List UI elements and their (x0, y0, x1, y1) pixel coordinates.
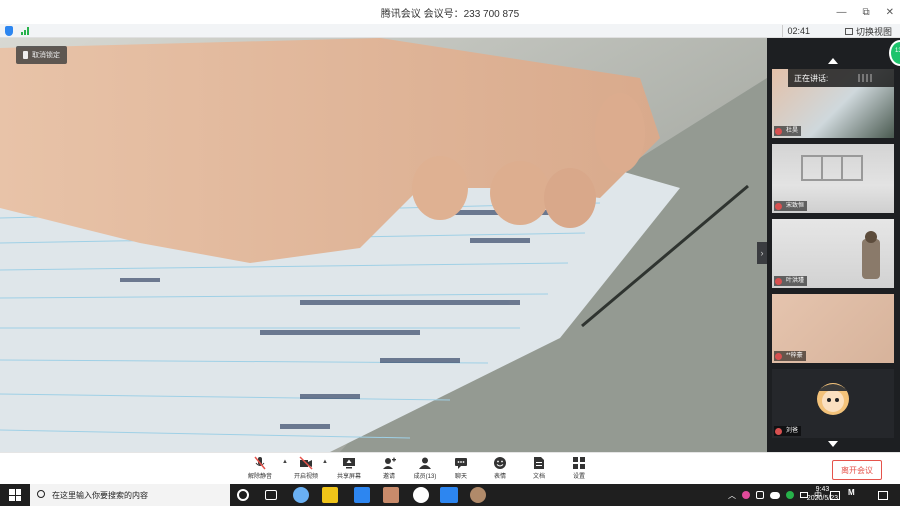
clock-date: 2020/5/23 (806, 495, 838, 502)
document-label: 文档 (532, 474, 545, 480)
invite-label: 邀请 (382, 474, 395, 480)
mic-muted-icon (775, 278, 782, 285)
meeting-toolbar: 解除静音 ▲ 开启视频 ▲ 共享屏幕 邀请 成员(13) 聊天 表情 文档 设置… (0, 452, 900, 484)
cloud-icon[interactable] (770, 491, 780, 499)
wifi-icon[interactable] (756, 491, 764, 499)
camera-off-icon (299, 456, 313, 470)
participant-tile[interactable]: 叶洪瑾 (772, 219, 894, 288)
security-shield-icon[interactable] (5, 26, 13, 36)
settings-icon (573, 457, 585, 469)
app-photo-icon[interactable] (383, 487, 399, 503)
file-explorer-icon[interactable] (322, 487, 338, 503)
app-blue-icon[interactable] (354, 487, 370, 503)
notification-badge-icon[interactable]: M (848, 488, 862, 502)
chrome-icon[interactable] (413, 487, 429, 503)
app-pinwheel-icon[interactable] (293, 487, 309, 503)
start-video-label: 开启视频 (293, 474, 318, 480)
emoji-label: 表情 (493, 474, 506, 480)
wechat-icon[interactable] (786, 491, 794, 499)
mic-muted-icon (775, 428, 782, 435)
task-view-icon[interactable] (265, 490, 277, 500)
chat-icon (455, 458, 467, 469)
taskbar-clock[interactable]: 9:43 2020/5/23 (807, 485, 838, 503)
speaking-label: 正在讲话: (794, 73, 829, 83)
meeting-timer: 02:41 (782, 25, 814, 37)
app-avatar-icon[interactable] (470, 487, 486, 503)
screen-share-icon (343, 458, 355, 469)
window-controls: — ⧉ ✕ (836, 0, 894, 24)
windows-start-icon[interactable] (9, 489, 21, 501)
document-button[interactable]: 文档 (521, 456, 557, 484)
gallery-scroll-down-icon[interactable] (828, 441, 838, 447)
gallery-scroll-up-icon[interactable] (828, 58, 838, 64)
windows-taskbar: 在这里输入你要搜索的内容 ︿ 中 M 9:43 2020/5/23 (0, 484, 900, 506)
unmute-label: 解除静音 (247, 474, 272, 480)
grid-view-icon (844, 28, 853, 35)
switch-view-label: 切换视图 (855, 27, 892, 37)
clock-time: 9:43 (815, 486, 830, 493)
action-center-icon[interactable] (878, 490, 888, 500)
pin-icon (23, 51, 28, 59)
leave-meeting-button[interactable]: 离开会议 (832, 460, 882, 480)
minimize-icon[interactable]: — (836, 7, 846, 18)
taskbar-search-box[interactable]: 在这里输入你要搜索的内容 (30, 484, 230, 506)
mic-muted-icon (775, 203, 782, 210)
unpin-label: 取消锁定 (32, 52, 60, 59)
invite-icon (383, 457, 396, 469)
share-screen-button[interactable]: 共享屏幕 (331, 456, 367, 484)
switch-view-button[interactable]: 切换视图 (844, 25, 892, 38)
emoji-button[interactable]: 表情 (482, 456, 518, 484)
tray-app-icon[interactable] (742, 491, 750, 499)
main-video-frame (0, 38, 767, 452)
chat-button[interactable]: 聊天 (443, 456, 479, 484)
collapse-gallery-handle[interactable]: › (757, 242, 767, 264)
meeting-info-bar: 02:41 切换视图 (0, 24, 900, 38)
document-icon (534, 457, 544, 469)
unmute-button[interactable]: 解除静音 (242, 456, 278, 484)
mic-muted-icon (254, 456, 266, 470)
settings-label: 设置 (572, 474, 585, 480)
mic-muted-icon (775, 128, 782, 135)
search-icon (37, 490, 45, 498)
close-icon[interactable]: ✕ (886, 7, 894, 18)
speaking-wave-icon (858, 74, 872, 82)
window-title: 腾讯会议 会议号：233 700 875 (380, 8, 520, 20)
network-signal-icon[interactable] (21, 27, 29, 35)
video-options-caret-icon[interactable]: ▲ (322, 459, 328, 465)
chat-label: 聊天 (454, 474, 467, 480)
tencent-meeting-icon[interactable] (440, 487, 458, 503)
taskbar-search-placeholder: 在这里输入你要搜索的内容 (52, 490, 148, 500)
speaking-indicator: 正在讲话: (788, 69, 894, 87)
window-titlebar: 腾讯会议 会议号：233 700 875 — ⧉ ✕ (0, 0, 900, 24)
members-button[interactable]: 成员(13) (407, 456, 443, 484)
main-video[interactable]: 取消锁定 (0, 38, 767, 452)
invite-button[interactable]: 邀请 (371, 456, 407, 484)
unpin-video-button[interactable]: 取消锁定 (16, 46, 67, 64)
participant-tile[interactable]: 刘爸 (772, 369, 894, 438)
share-screen-label: 共享屏幕 (336, 474, 361, 480)
tray-overflow-chevron-icon[interactable]: ︿ (728, 490, 736, 501)
emoji-icon (494, 457, 506, 469)
participant-tile[interactable]: **梓豪 (772, 294, 894, 363)
settings-button[interactable]: 设置 (561, 456, 597, 484)
mic-muted-icon (775, 353, 782, 360)
cortana-icon[interactable] (237, 489, 249, 501)
maximize-icon[interactable]: ⧉ (862, 7, 869, 18)
start-video-button[interactable]: 开启视频 (288, 456, 324, 484)
members-label: 成员(13) (413, 474, 437, 480)
members-icon (419, 457, 431, 469)
participant-tile[interactable]: 宋致恒 (772, 144, 894, 213)
